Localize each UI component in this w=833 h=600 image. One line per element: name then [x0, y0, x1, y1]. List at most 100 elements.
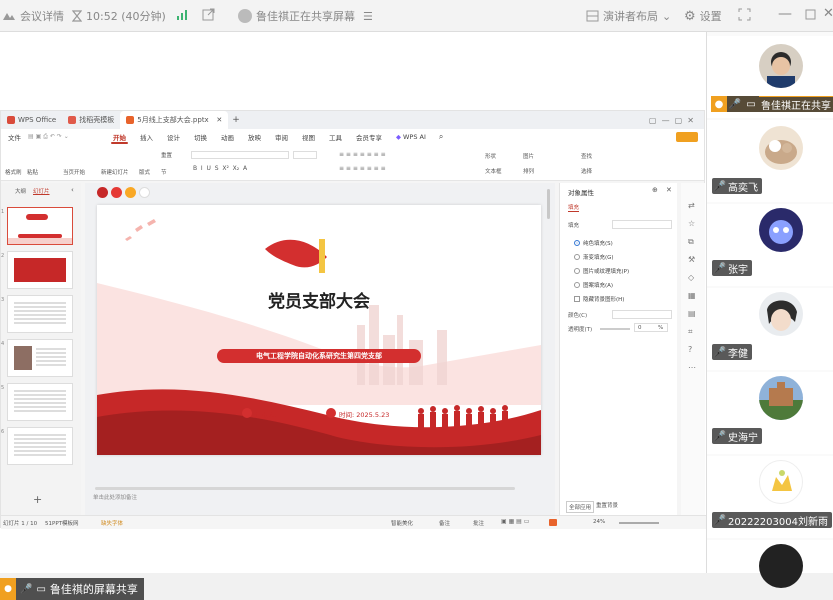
section-dropdown[interactable]: 节 [161, 168, 167, 176]
pin-icon[interactable]: ⊕ [652, 186, 658, 194]
menu-file[interactable]: 文件 [1, 129, 28, 145]
participant-tile[interactable]: ● 🎤 ▭ 鲁佳祺正在共享 [707, 36, 833, 118]
slide-subtitle[interactable]: 电气工程学院自动化系研究生第四党支部 [217, 351, 421, 361]
menu-view[interactable]: 视图 [295, 129, 322, 145]
hide-background-checkbox[interactable]: 隐藏背景图形(H) [574, 295, 624, 303]
gradient-fill-radio[interactable]: 渐变填充(G) [574, 253, 614, 261]
slide-thumbnail[interactable] [7, 295, 73, 333]
tag-icon[interactable]: ⌗ [688, 327, 693, 337]
more-icon[interactable]: ⋯ [688, 363, 696, 372]
view-icons[interactable]: ▣ ▦ ▤ ▭ [501, 518, 529, 525]
fill-dropdown[interactable] [612, 220, 672, 229]
menu-wps-ai[interactable]: ◆ WPS AI [389, 129, 433, 145]
help-icon[interactable]: ? [688, 345, 692, 354]
align-icons[interactable]: ≡ ≡ ≡ ≡ ≡ ≡ ≡ [339, 165, 386, 172]
menu-slideshow[interactable]: 放映 [241, 129, 268, 145]
share-menu-icon[interactable]: ☰ [363, 10, 373, 23]
add-tab-icon[interactable]: + [232, 115, 240, 125]
tab-template[interactable]: 找稻壳模板 [62, 111, 120, 129]
picture-button[interactable]: 图片 [523, 152, 534, 160]
slide-thumbnail[interactable] [7, 427, 73, 465]
fullscreen-icon[interactable] [738, 8, 751, 21]
pattern-fill-radio[interactable]: 图案填充(A) [574, 281, 613, 289]
beautify-button[interactable]: 智能美化 [391, 519, 413, 527]
from-current-button[interactable]: 当页开始 [63, 168, 85, 176]
menu-review[interactable]: 审阅 [268, 129, 295, 145]
notes-placeholder[interactable]: 单击此处添加备注 [93, 493, 137, 501]
reset-button[interactable]: 重置 [161, 151, 172, 159]
format-painter-button[interactable]: 格式刷 [5, 168, 22, 176]
participant-tile[interactable]: 🎤 张宇 [707, 204, 833, 286]
missing-font-warning[interactable]: 缺失字体 [101, 519, 123, 527]
comments-button[interactable]: 批注 [473, 519, 484, 527]
find-button[interactable]: 查找 [581, 152, 592, 160]
arrange-button[interactable]: 排列 [523, 167, 534, 175]
layout-button[interactable]: 演讲者布局 ⌄ [586, 8, 671, 24]
menu-tools[interactable]: 工具 [322, 129, 349, 145]
properties-icon[interactable]: ⇄ [688, 201, 695, 210]
collapse-icon[interactable]: ‹ [71, 186, 74, 194]
minimize-icon[interactable]: — [778, 6, 792, 22]
textbox-button[interactable]: 文本框 [485, 167, 502, 175]
table-icon[interactable]: ▤ [688, 309, 696, 318]
slides-tab[interactable]: 幻灯片 [33, 187, 50, 195]
fill-section-label[interactable]: 填充 [568, 221, 579, 229]
tool-icon[interactable]: ⚒ [688, 255, 695, 264]
horizontal-scrollbar[interactable] [95, 487, 515, 490]
menu-animation[interactable]: 动画 [214, 129, 241, 145]
color-dropdown[interactable] [612, 310, 672, 319]
slide-thumbnail[interactable] [7, 251, 73, 289]
participant-tile[interactable]: 🎤 史海宁 [707, 372, 833, 454]
new-slide-button[interactable]: 新建幻灯片 [101, 168, 129, 176]
participant-tile[interactable]: 🎤 高奕飞 [707, 120, 833, 202]
play-button[interactable] [549, 519, 557, 526]
slide-thumbnail[interactable] [7, 339, 73, 377]
layout-dropdown[interactable]: 版式 [139, 168, 150, 176]
color-swatches[interactable] [97, 187, 150, 198]
close-icon[interactable]: ✕ [666, 186, 672, 194]
star-icon[interactable]: ☆ [688, 219, 695, 228]
select-button[interactable]: 选择 [581, 167, 592, 175]
slide-thumbnail[interactable] [7, 207, 73, 245]
vertical-scrollbar[interactable] [547, 189, 550, 219]
menu-transition[interactable]: 切换 [187, 129, 214, 145]
template-source[interactable]: 51PPT模板网 [45, 519, 79, 527]
shape-icon[interactable]: ◇ [688, 273, 694, 282]
participant-tile[interactable]: 🎤 20222203004刘新雨 [707, 456, 833, 538]
settings-button[interactable]: ⚙ 设置 [684, 8, 722, 24]
share-button[interactable] [676, 132, 698, 142]
shape-button[interactable]: 形状 [485, 152, 496, 160]
close-icon[interactable]: ✕ [216, 116, 222, 124]
zoom-slider[interactable] [619, 522, 659, 524]
meeting-details-button[interactable]: 会议详情 [2, 8, 64, 24]
open-external-icon[interactable] [202, 8, 215, 21]
outline-tab[interactable]: 大纲 [15, 187, 26, 195]
font-size-field[interactable] [293, 151, 317, 159]
font-style-icons[interactable]: B I U S X² X₂ A [193, 165, 247, 172]
reset-background-button[interactable]: 重置背景 [596, 501, 618, 509]
slide-title[interactable]: 党员支部大会 [97, 287, 541, 312]
maximize-icon[interactable] [805, 9, 816, 20]
participant-tile[interactable] [707, 540, 833, 588]
notes-button[interactable]: 备注 [439, 519, 450, 527]
slide-date[interactable]: 时间: 2025.5.23 [339, 409, 389, 419]
fill-tab[interactable]: 填充 [568, 203, 580, 212]
search-icon[interactable]: ⌕ [439, 132, 443, 142]
font-name-field[interactable] [191, 151, 289, 159]
picture-fill-radio[interactable]: 图片或纹理填充(P) [574, 267, 629, 275]
menu-insert[interactable]: 插入 [133, 129, 160, 145]
transparency-slider[interactable] [600, 328, 630, 330]
paste-button[interactable]: 粘贴 [27, 168, 38, 176]
slide-reporter[interactable]: 汇报人: [255, 409, 277, 419]
tab-presentation[interactable]: 5月线上支部大会.pptx ✕ [120, 111, 229, 129]
copy-icon[interactable]: ⧉ [688, 237, 694, 247]
solid-fill-radio[interactable]: 纯色填充(S) [574, 239, 613, 247]
current-slide[interactable]: 党员支部大会 电气工程学院自动化系研究生第四党支部 汇报人: 时间: 2025.… [97, 205, 541, 455]
apply-all-button[interactable]: 全部应用 [566, 501, 595, 513]
grid-icon[interactable]: ▦ [688, 291, 696, 300]
add-slide-icon[interactable]: + [33, 493, 42, 506]
menu-home[interactable]: 开始 [106, 129, 133, 145]
menu-design[interactable]: 设计 [160, 129, 187, 145]
tab-wps-office[interactable]: WPS Office [1, 111, 62, 129]
slide-thumbnail[interactable] [7, 383, 73, 421]
